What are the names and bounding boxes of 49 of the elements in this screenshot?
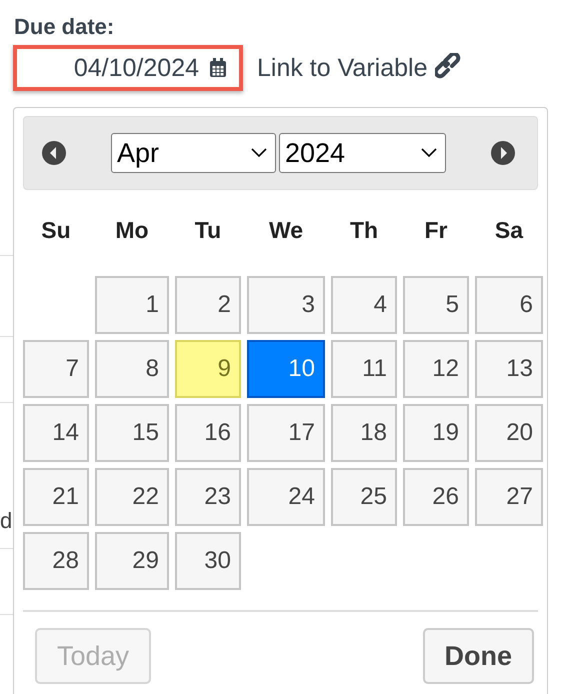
day-cell[interactable]: 21: [23, 468, 89, 526]
day-cell[interactable]: 13: [475, 340, 543, 398]
weekday-header: Sa: [494, 216, 524, 244]
day-cell[interactable]: 3: [247, 276, 325, 334]
background-text: d: [0, 508, 12, 535]
day-cell[interactable]: 15: [95, 404, 169, 462]
weekday-header: Tu: [194, 216, 222, 244]
weekday-header: Fr: [424, 216, 448, 244]
day-cell[interactable]: 10: [247, 340, 325, 398]
day-cell[interactable]: 18: [331, 404, 397, 462]
date-field[interactable]: 04/10/2024: [13, 45, 243, 91]
day-cell[interactable]: 4: [331, 276, 397, 334]
day-cell[interactable]: 5: [403, 276, 469, 334]
day-cell[interactable]: 17: [247, 404, 325, 462]
day-cell[interactable]: 24: [247, 468, 325, 526]
day-cell[interactable]: 14: [23, 404, 89, 462]
day-cell[interactable]: 25: [331, 468, 397, 526]
day-cell[interactable]: 29: [95, 532, 169, 590]
day-cell[interactable]: 8: [95, 340, 169, 398]
day-cell[interactable]: 9: [175, 340, 241, 398]
chevron-down-icon: [421, 148, 437, 158]
day-cell[interactable]: 30: [175, 532, 241, 590]
next-icon[interactable]: [491, 141, 515, 165]
link-to-variable-link[interactable]: Link to Variable: [257, 53, 466, 83]
weekday-header: Th: [348, 216, 380, 244]
year-select[interactable]: 2024: [279, 133, 446, 173]
day-cell[interactable]: 22: [95, 468, 169, 526]
day-cell[interactable]: 6: [475, 276, 543, 334]
day-cell[interactable]: 12: [403, 340, 469, 398]
day-cell[interactable]: 23: [175, 468, 241, 526]
day-cell[interactable]: 11: [331, 340, 397, 398]
calendar-icon[interactable]: [209, 58, 227, 78]
day-cell[interactable]: 1: [95, 276, 169, 334]
day-cell[interactable]: 16: [175, 404, 241, 462]
chevron-down-icon: [251, 148, 267, 158]
due-date-label: Due date:: [14, 14, 116, 40]
day-cell[interactable]: 26: [403, 468, 469, 526]
day-cell[interactable]: 2: [175, 276, 241, 334]
month-select[interactable]: Apr: [111, 133, 276, 173]
day-cell[interactable]: 20: [475, 404, 543, 462]
previous-icon[interactable]: [42, 141, 66, 165]
day-cell[interactable]: 27: [475, 468, 543, 526]
weekday-header: We: [268, 216, 304, 244]
day-cell[interactable]: 7: [23, 340, 89, 398]
done-button[interactable]: Done: [422, 628, 534, 684]
day-cell[interactable]: 19: [403, 404, 469, 462]
weekday-header: Su: [40, 216, 72, 244]
day-cell[interactable]: 28: [23, 532, 89, 590]
weekday-header: Mo: [114, 216, 150, 244]
